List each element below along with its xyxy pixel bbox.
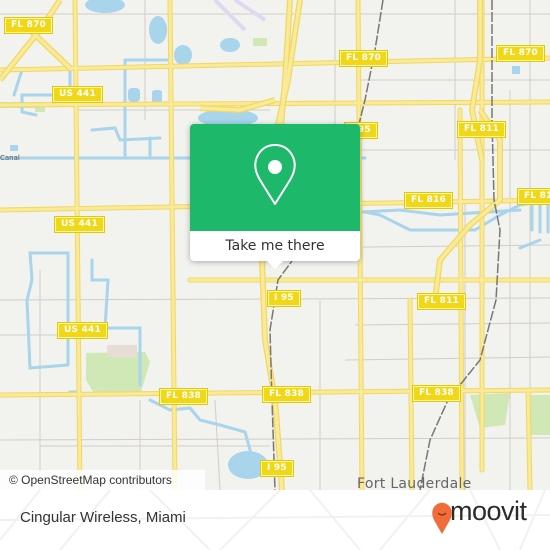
map-view[interactable]: FL 870 FL 870 FL 870 US 441 US 441 US 44… <box>0 0 550 490</box>
route-shield: US 441 <box>53 87 102 102</box>
route-shield: US 441 <box>55 217 104 232</box>
route-shield: I 95 <box>261 461 293 476</box>
take-me-there-button[interactable]: Take me there <box>190 231 360 261</box>
route-shield: FL 870 <box>497 46 545 61</box>
moovit-logo[interactable]: moovit <box>450 496 527 527</box>
route-shield: US 441 <box>58 323 107 338</box>
popup-header <box>190 124 360 231</box>
map-attribution[interactable]: © OpenStreetMap contributors <box>0 470 205 490</box>
route-shield: FL 870 <box>5 18 53 33</box>
route-shield: FL 838 <box>160 389 208 404</box>
airport-runways <box>213 0 267 32</box>
route-shield: FL 816 <box>405 193 453 208</box>
footer-bar: Cingular Wireless, Miami moovit <box>0 490 550 550</box>
city-label: Fort Lauderdale <box>357 476 472 490</box>
route-shield: I 95 <box>268 291 300 306</box>
route-shield: FL 870 <box>340 51 388 66</box>
route-shield: FL 838 <box>413 386 461 401</box>
route-shield: FL 838 <box>263 387 311 402</box>
route-shield: FL 811 <box>418 294 466 309</box>
location-pin-icon <box>254 144 296 205</box>
popup-pointer <box>267 261 283 269</box>
place-label-canal: Canal <box>0 154 20 162</box>
location-popup: Take me there <box>190 124 360 269</box>
route-shield: FL 816 <box>518 189 550 204</box>
place-title: Cingular Wireless, Miami <box>20 509 186 526</box>
building-area <box>107 345 137 357</box>
moovit-smiley-pin-icon <box>432 502 452 534</box>
route-shield: FL 811 <box>458 122 506 137</box>
